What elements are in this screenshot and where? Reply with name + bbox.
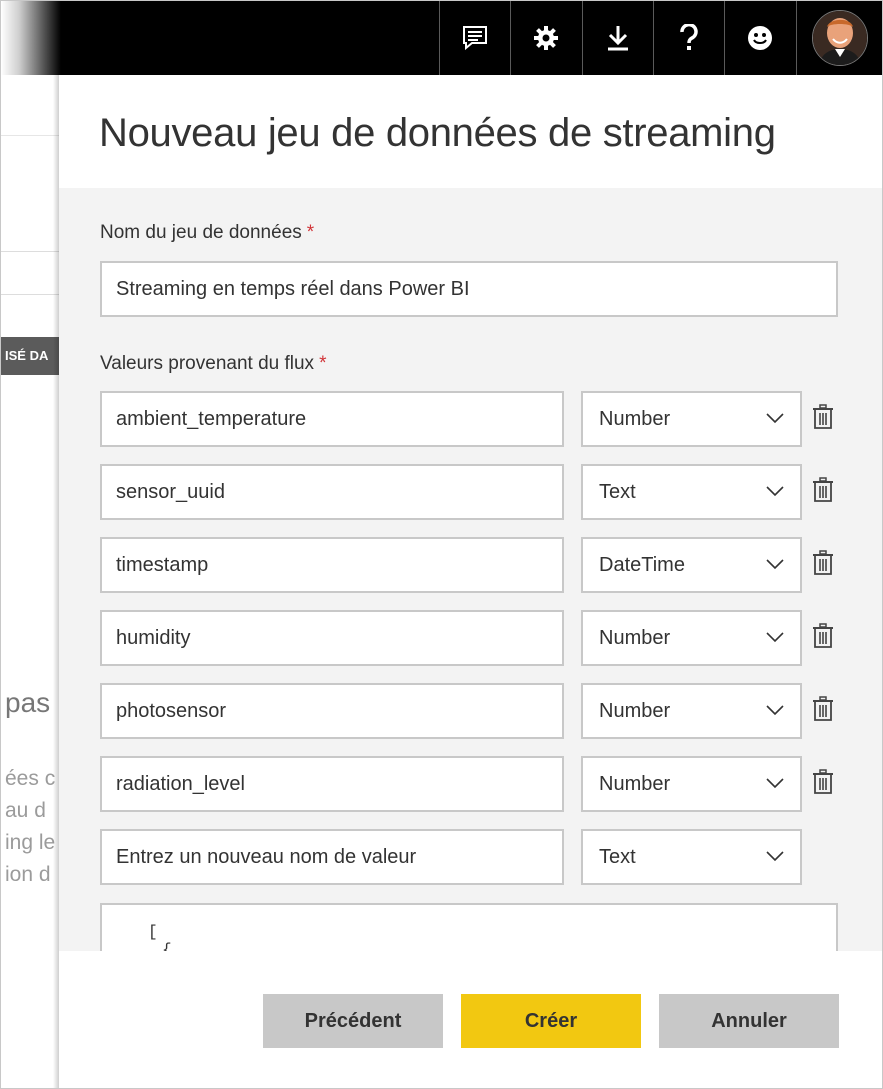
chevron-down-icon [766, 778, 784, 789]
value-type-select[interactable]: Number [581, 610, 802, 666]
chevron-down-icon [766, 486, 784, 497]
window-frame: ISÉ DA pas ées c au d ing le ion d Nouve… [0, 0, 883, 1089]
settings-button[interactable] [510, 1, 581, 75]
new-value-type-select[interactable]: Text [581, 829, 802, 885]
background-text-line: ing le [5, 831, 56, 854]
background-page: ISÉ DA pas ées c au d ing le ion d [1, 75, 61, 1088]
json-line: [ [148, 923, 158, 941]
chevron-down-icon [766, 705, 784, 716]
trash-icon[interactable] [812, 404, 834, 430]
value-name-input[interactable]: humidity [100, 610, 564, 666]
value-type-select[interactable]: Number [581, 391, 802, 447]
gear-icon [533, 25, 559, 51]
trash-icon[interactable] [812, 769, 834, 795]
page-title: Nouveau jeu de données de streaming [99, 111, 776, 155]
background-text-line: ées c [5, 767, 56, 790]
background-text-line: ion d [5, 863, 51, 886]
chevron-down-icon [766, 632, 784, 643]
background-text-line: au d [5, 799, 46, 822]
values-label: Valeurs provenant du flux * [100, 353, 327, 374]
previous-button[interactable]: Précédent [263, 994, 443, 1048]
dataset-name-label: Nom du jeu de données * [100, 222, 315, 243]
trash-icon[interactable] [812, 623, 834, 649]
background-heading: pas [5, 687, 51, 718]
value-type-select[interactable]: Text [581, 464, 802, 520]
download-icon [606, 25, 630, 51]
create-button[interactable]: Créer [461, 994, 641, 1048]
panel-header: Nouveau jeu de données de streaming [59, 75, 882, 188]
value-type-select[interactable]: DateTime [581, 537, 802, 593]
feedback-icon [462, 25, 488, 51]
required-mark: * [306, 222, 315, 243]
panel-footer: Précédent Créer Annuler [59, 951, 882, 1088]
trash-icon[interactable] [812, 696, 834, 722]
streaming-dataset-panel: Nouveau jeu de données de streaming Nom … [59, 75, 882, 1088]
required-mark: * [319, 353, 327, 374]
smiley-icon [747, 25, 773, 51]
background-strip: ISÉ DA [1, 337, 61, 375]
value-name-input[interactable]: photosensor [100, 683, 564, 739]
download-button[interactable] [582, 1, 653, 75]
avatar [812, 10, 868, 66]
trash-icon[interactable] [812, 477, 834, 503]
help-icon [679, 24, 699, 52]
smiley-button[interactable] [724, 1, 795, 75]
trash-icon[interactable] [812, 550, 834, 576]
dataset-name-input[interactable]: Streaming en temps réel dans Power BI [100, 261, 838, 317]
value-type-select[interactable]: Number [581, 756, 802, 812]
cancel-button[interactable]: Annuler [659, 994, 839, 1048]
new-value-name-input[interactable]: Entrez un nouveau nom de valeur [100, 829, 564, 885]
value-name-input[interactable]: ambient_temperature [100, 391, 564, 447]
feedback-button[interactable] [439, 1, 510, 75]
chevron-down-icon [766, 559, 784, 570]
value-name-input[interactable]: sensor_uuid [100, 464, 564, 520]
background-input [1, 251, 61, 295]
chevron-down-icon [766, 413, 784, 424]
help-button[interactable] [653, 1, 724, 75]
value-type-select[interactable]: Number [581, 683, 802, 739]
value-name-input[interactable]: timestamp [100, 537, 564, 593]
value-name-input[interactable]: radiation_level [100, 756, 564, 812]
chevron-down-icon [766, 851, 784, 862]
top-bar [1, 1, 882, 75]
profile-button[interactable] [796, 1, 882, 75]
